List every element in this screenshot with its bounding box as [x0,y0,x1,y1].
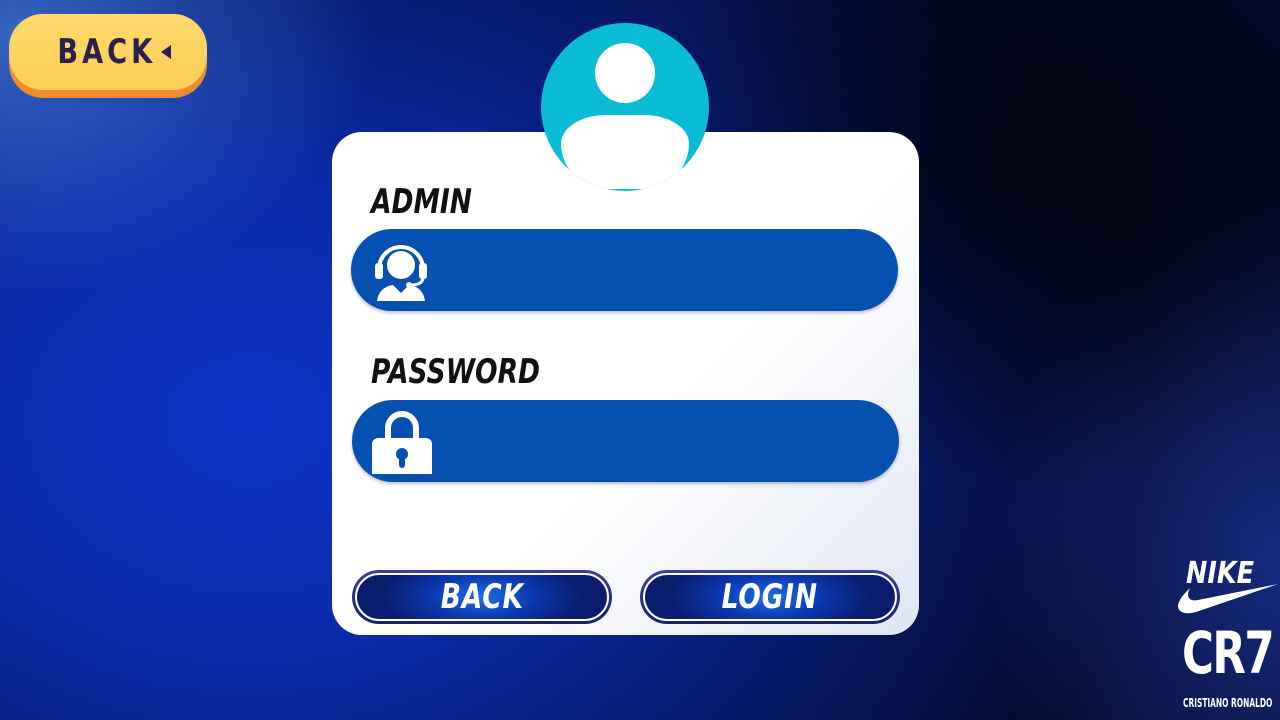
nike-swoosh-icon [1177,584,1278,614]
cr7-subtitle: CRISTIANO RONALDO [1183,696,1273,710]
login-button-label: LOGIN [721,577,819,617]
top-back-button-face[interactable]: BACK [9,14,207,90]
admin-input[interactable] [351,229,898,311]
triangle-left-icon [160,45,171,59]
cr7-logo-text: CR7 [1182,619,1275,687]
password-input[interactable] [352,400,899,484]
top-back-button[interactable]: BACK [9,14,207,98]
headset-user-icon [369,237,435,303]
password-label: PASSWORD [371,352,541,392]
admin-label: ADMIN [371,182,472,222]
back-button-label: BACK [440,577,524,617]
brand-logos: NIKE CR7 CRISTIANO RONALDO [1170,556,1280,716]
avatar-head [595,43,655,103]
login-button-face[interactable]: LOGIN [643,573,897,621]
login-button[interactable]: LOGIN [640,570,900,624]
back-button[interactable]: BACK [352,570,612,624]
avatar-body [561,115,689,189]
user-avatar-icon [541,23,709,191]
padlock-icon [370,408,436,484]
back-button-face[interactable]: BACK [355,573,609,621]
top-back-label: BACK [57,32,157,72]
